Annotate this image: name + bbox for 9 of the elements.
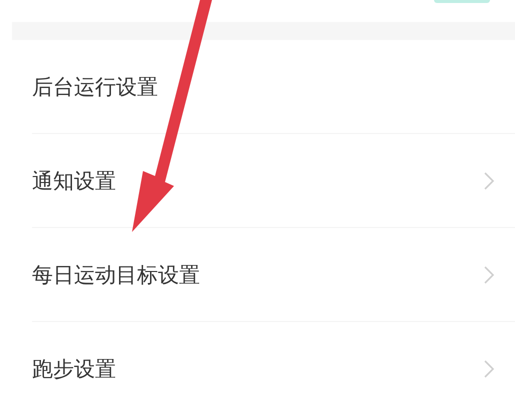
settings-label: 通知设置	[32, 168, 116, 194]
settings-label: 后台运行设置	[32, 74, 158, 100]
chevron-right-icon	[483, 170, 495, 190]
chevron-right-icon	[483, 359, 495, 379]
settings-label: 跑步设置	[32, 356, 116, 383]
chevron-right-icon	[483, 264, 495, 284]
settings-row[interactable]: 每日运动目标设置	[32, 228, 515, 322]
settings-row[interactable]: 跑步设置	[32, 322, 515, 413]
settings-label: 每日运动目标设置	[32, 262, 200, 288]
